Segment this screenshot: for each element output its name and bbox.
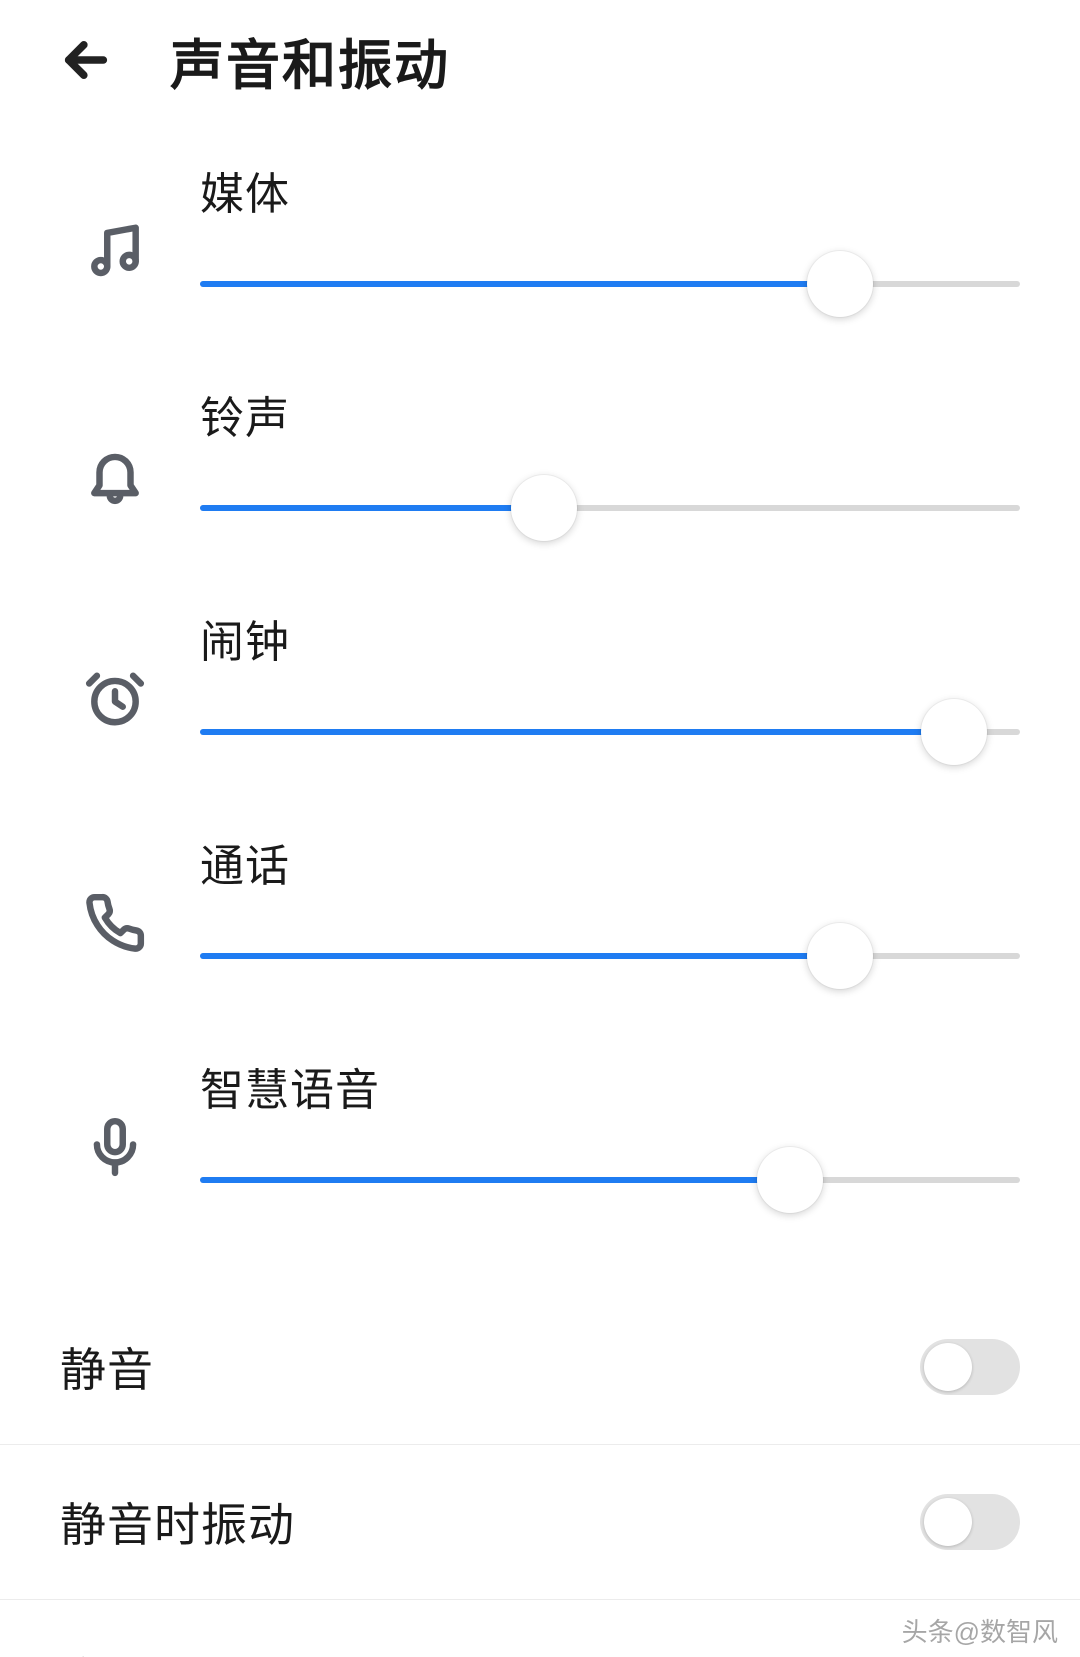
watermark-text: 头条@数智风 — [902, 1612, 1058, 1649]
call-volume-slider[interactable] — [200, 936, 1020, 976]
alarm-volume-slider[interactable] — [200, 712, 1020, 752]
alarm-volume-row: 闹钟 — [0, 588, 1080, 812]
music-note-icon — [60, 220, 170, 282]
ringtone-volume-slider[interactable] — [200, 488, 1020, 528]
slider-thumb[interactable] — [511, 475, 577, 541]
mute-row[interactable]: 静音 — [0, 1290, 1080, 1444]
toggle-knob — [924, 1343, 972, 1391]
voice-assistant-volume-label: 智慧语音 — [200, 1054, 1020, 1118]
header: 声音和振动 — [0, 0, 1080, 120]
volume-key-default-label: 音量键默认控制 — [60, 1644, 389, 1657]
ringtone-volume-row: 铃声 — [0, 364, 1080, 588]
slider-thumb[interactable] — [757, 1147, 823, 1213]
alarm-volume-label: 闹钟 — [200, 606, 1020, 670]
voice-assistant-volume-row: 智慧语音 — [0, 1036, 1080, 1260]
media-volume-label: 媒体 — [200, 158, 1020, 222]
media-volume-row: 媒体 — [0, 140, 1080, 364]
alarm-clock-icon — [60, 668, 170, 730]
media-volume-slider[interactable] — [200, 264, 1020, 304]
ringtone-volume-label: 铃声 — [200, 382, 1020, 446]
voice-assistant-volume-slider[interactable] — [200, 1160, 1020, 1200]
settings-list: 静音 静音时振动 音量键默认控制 媒体音量 — [0, 1290, 1080, 1657]
vibrate-on-mute-label: 静音时振动 — [60, 1489, 295, 1555]
vibrate-on-mute-row[interactable]: 静音时振动 — [0, 1444, 1080, 1599]
bell-icon — [60, 444, 170, 506]
call-volume-body: 通话 — [170, 830, 1020, 976]
voice-assistant-volume-body: 智慧语音 — [170, 1054, 1020, 1200]
microphone-icon — [60, 1116, 170, 1178]
arrow-left-icon — [60, 34, 112, 86]
slider-thumb[interactable] — [807, 923, 873, 989]
call-volume-label: 通话 — [200, 830, 1020, 894]
phone-icon — [60, 892, 170, 954]
ringtone-volume-body: 铃声 — [170, 382, 1020, 528]
mute-label: 静音 — [60, 1334, 154, 1400]
slider-thumb[interactable] — [921, 699, 987, 765]
alarm-volume-body: 闹钟 — [170, 606, 1020, 752]
page-title: 声音和振动 — [170, 21, 450, 100]
call-volume-row: 通话 — [0, 812, 1080, 1036]
media-volume-body: 媒体 — [170, 158, 1020, 304]
slider-thumb[interactable] — [807, 251, 873, 317]
volume-sliders-section: 媒体 铃声 闹钟 — [0, 120, 1080, 1260]
vibrate-on-mute-toggle[interactable] — [920, 1494, 1020, 1550]
sound-and-vibration-page: 声音和振动 媒体 铃声 — [0, 0, 1080, 1657]
mute-toggle[interactable] — [920, 1339, 1020, 1395]
back-button[interactable] — [60, 20, 140, 100]
toggle-knob — [924, 1498, 972, 1546]
